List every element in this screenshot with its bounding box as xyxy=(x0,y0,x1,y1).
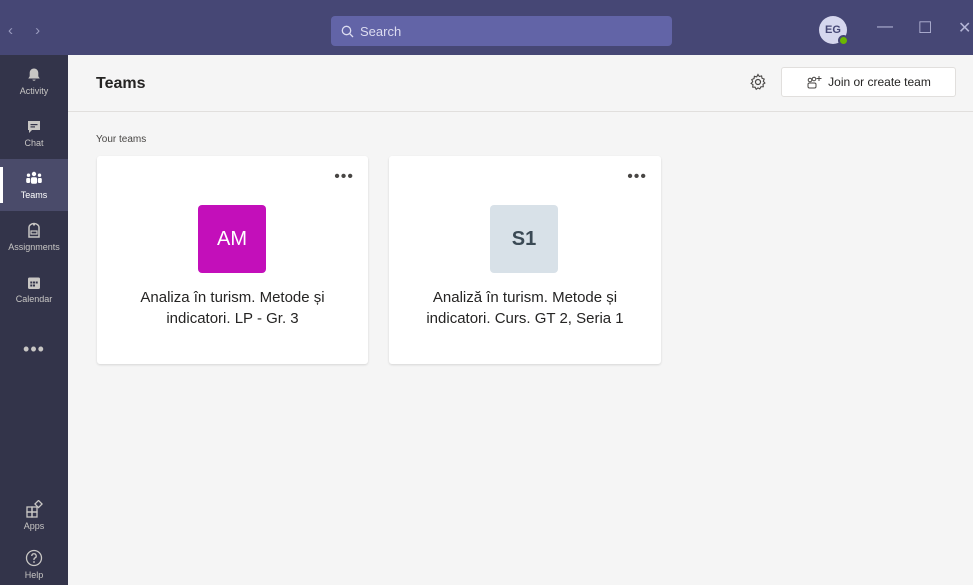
bell-icon xyxy=(28,68,40,81)
more-options-button[interactable]: ••• xyxy=(334,168,354,186)
team-card[interactable]: ••• AM Analiza în turism. Metode și indi… xyxy=(97,156,368,364)
rail-label: Help xyxy=(24,569,44,580)
rail-item-calendar[interactable]: Calendar xyxy=(0,263,68,315)
rail-item-teams[interactable]: Teams xyxy=(0,159,68,211)
title-bar: ‹ › Search EG — ☐ ✕ xyxy=(0,0,973,55)
join-button-label: Join or create team xyxy=(828,75,931,89)
rail-label: Calendar xyxy=(15,293,53,304)
rail-label: Activity xyxy=(19,85,49,96)
avatar-initials: EG xyxy=(825,24,841,36)
avatar[interactable]: EG xyxy=(819,16,849,46)
assignments-icon xyxy=(28,222,40,238)
team-avatar-tile: S1 xyxy=(490,205,558,273)
presence-indicator xyxy=(838,35,849,46)
rail-item-apps[interactable]: Apps xyxy=(0,489,68,541)
search-placeholder: Search xyxy=(360,23,402,39)
team-avatar-tile: AM xyxy=(198,205,266,273)
search-input[interactable]: Search xyxy=(331,16,672,46)
rail-item-activity[interactable]: Activity xyxy=(0,55,68,107)
forward-button[interactable]: › xyxy=(35,22,40,39)
maximize-button[interactable]: ☐ xyxy=(918,18,932,38)
teams-icon xyxy=(26,171,42,184)
page-header: Teams Join or create team xyxy=(68,55,973,112)
rail-item-help[interactable]: Help xyxy=(0,538,68,585)
rail-label: Apps xyxy=(23,520,45,531)
gear-icon[interactable] xyxy=(749,73,767,91)
apps-icon xyxy=(26,499,43,518)
rail-label: Assignments xyxy=(8,242,60,252)
close-button[interactable]: ✕ xyxy=(958,18,971,38)
more-options-button[interactable]: ••• xyxy=(627,168,647,186)
section-title: Your teams xyxy=(96,134,147,145)
team-name: Analiză în turism. Metode și indicatori.… xyxy=(426,289,624,327)
search-icon xyxy=(341,25,354,37)
join-or-create-team-button[interactable]: Join or create team xyxy=(781,67,956,97)
rail-label: Chat xyxy=(24,137,44,148)
app-rail: Activity Chat Teams Assignments Calendar… xyxy=(0,55,68,585)
team-card[interactable]: ••• S1 Analiză în turism. Metode și indi… xyxy=(389,156,661,364)
team-initials: S1 xyxy=(511,227,537,250)
rail-item-chat[interactable]: Chat xyxy=(0,107,68,159)
calendar-icon xyxy=(28,277,40,289)
help-icon xyxy=(25,549,43,566)
add-team-icon xyxy=(807,76,822,89)
back-button[interactable]: ‹ xyxy=(8,22,13,39)
rail-label: Teams xyxy=(20,189,48,200)
rail-item-assignments[interactable]: Assignments xyxy=(0,211,68,263)
more-apps-button[interactable]: ••• xyxy=(0,339,68,360)
team-initials: AM xyxy=(217,227,247,250)
page-title: Teams xyxy=(96,75,146,92)
team-name: Analiza în turism. Metode și indicatori.… xyxy=(140,289,325,327)
history-nav: ‹ › xyxy=(8,22,58,39)
chat-icon xyxy=(28,120,40,133)
minimize-button[interactable]: — xyxy=(877,18,893,36)
